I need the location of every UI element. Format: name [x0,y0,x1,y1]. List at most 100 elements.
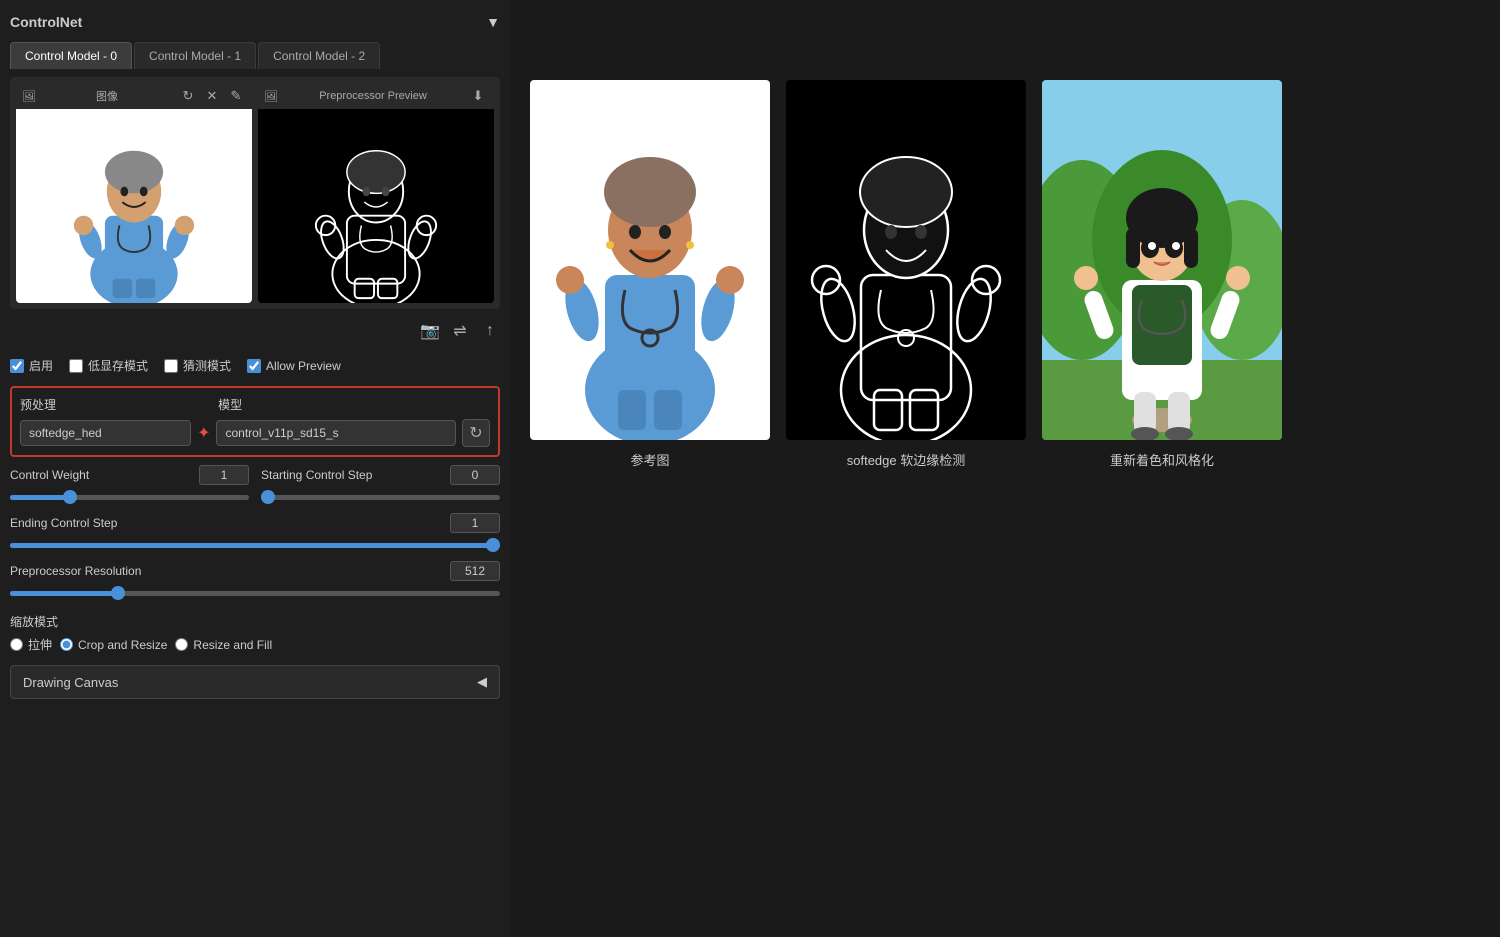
preprocessor-resolution-header: Preprocessor Resolution 512 [10,561,500,581]
gallery-edge-svg [786,80,1026,440]
control-weight-slider-container [10,489,249,505]
radio-crop-input[interactable] [60,638,73,651]
radio-fill-input[interactable] [175,638,188,651]
tabs-row: Control Model - 0 Control Model - 1 Cont… [10,42,500,69]
preproc-model-selects: softedge_hed softedge_hedsafe softedge_p… [20,419,490,447]
ending-step-track[interactable] [10,543,500,548]
tab-control-model-2[interactable]: Control Model - 2 [258,42,380,69]
tab-control-model-0[interactable]: Control Model - 0 [10,42,132,69]
starting-step-thumb[interactable] [261,490,275,504]
swap-icon[interactable]: ⇌ [450,321,470,341]
preproc-model-row: 预处理 模型 softedge_hed softedge_hedsafe sof… [10,386,500,457]
edge-svg [258,109,494,303]
low-vram-checkbox[interactable] [69,359,83,373]
preprocessor-preview-icon: 🖼 [264,90,278,103]
input-image-content[interactable] [16,109,252,303]
preprocessor-preview-icons: ⬇ [468,86,488,106]
gallery-image-1 [786,80,1026,440]
model-select-wrapper: control_v11p_sd15_s control_v11p_sd15_ca… [216,420,456,446]
checkboxes-row: 启用 低显存模式 猜测模式 Allow Preview [10,353,500,378]
preprocessor-resolution-track[interactable] [10,591,500,596]
gallery-nurse-svg [530,80,770,440]
input-image-icons: ↻ ✕ ✎ [178,86,246,106]
zoom-mode-radio-group: 拉伸 Crop and Resize Resize and Fill [10,636,500,653]
control-weight-value[interactable]: 1 [199,465,249,485]
ending-step-row: Ending Control Step 1 [10,513,500,553]
starting-step-label: Starting Control Step [261,468,372,482]
radio-stretch-label: 拉伸 [28,636,52,653]
starting-step-value[interactable]: 0 [450,465,500,485]
allow-preview-checkbox-item[interactable]: Allow Preview [247,359,341,373]
starting-step-row: Starting Control Step 0 [261,465,500,505]
preprocessor-resolution-label: Preprocessor Resolution [10,564,141,578]
low-vram-checkbox-item[interactable]: 低显存模式 [69,357,148,374]
drawing-canvas-row[interactable]: Drawing Canvas ◀ [10,665,500,699]
control-weight-row: Control Weight 1 [10,465,249,505]
input-image-label: 图像 [96,88,118,104]
input-image-box: 🖼 图像 ↻ ✕ ✎ [16,83,252,303]
radio-stretch-input[interactable] [10,638,23,651]
edit-input-icon[interactable]: ✎ [226,86,246,106]
panel-collapse-icon[interactable]: ▼ [486,14,500,30]
model-refresh-icon[interactable]: ↻ [462,419,490,447]
preprocessor-preview-box: 🖼 Preprocessor Preview ⬇ [258,83,494,303]
drawing-canvas-icon: ◀ [477,674,487,690]
panel-title: ControlNet [10,14,82,30]
allow-preview-label: Allow Preview [266,359,341,373]
model-label: 模型 [218,396,490,413]
preprocessor-select[interactable]: softedge_hed softedge_hedsafe softedge_p… [20,420,191,446]
camera-icon[interactable]: 📷 [420,321,440,341]
enable-checkbox-item[interactable]: 启用 [10,357,53,374]
control-weight-track[interactable] [10,495,249,500]
preprocessor-label: 预处理 [20,396,214,413]
guess-mode-label: 猜测模式 [183,357,231,374]
nurse-svg [16,109,252,303]
control-weight-label: Control Weight [10,468,89,482]
control-weight-fill [10,495,70,500]
ending-step-value[interactable]: 1 [450,513,500,533]
enable-checkbox[interactable] [10,359,24,373]
model-select[interactable]: control_v11p_sd15_s control_v11p_sd15_ca… [216,420,456,446]
drawing-canvas-label: Drawing Canvas [23,675,118,690]
zoom-mode-section: 缩放模式 拉伸 Crop and Resize Resize and Fill [10,609,500,657]
radio-crop[interactable]: Crop and Resize [60,638,167,652]
refresh-input-icon[interactable]: ↻ [178,86,198,106]
gallery-row: 参考图 [530,80,1282,469]
starting-step-track[interactable] [261,495,500,500]
preprocessor-resolution-row: Preprocessor Resolution 512 [10,561,500,601]
control-weight-thumb[interactable] [63,490,77,504]
allow-preview-checkbox[interactable] [247,359,261,373]
tab-control-model-1[interactable]: Control Model - 1 [134,42,256,69]
preprocessor-preview-label: Preprocessor Preview [319,90,427,102]
left-panel: ControlNet ▼ Control Model - 0 Control M… [0,0,510,937]
preprocessor-preview-content [258,109,494,303]
gallery-anime-svg [1042,80,1282,440]
right-panel: 参考图 [510,0,1500,937]
starting-step-header: Starting Control Step 0 [261,465,500,485]
upload-icon[interactable]: ↑ [480,321,500,341]
preproc-model-labels: 预处理 模型 [20,396,490,413]
preprocessor-resolution-thumb[interactable] [111,586,125,600]
control-weight-header: Control Weight 1 [10,465,249,485]
gallery-caption-2: 重新着色和风格化 [1110,450,1214,469]
gallery-caption-0: 参考图 [630,450,669,469]
star-icon[interactable]: ✦ [197,423,210,443]
two-sliders: Control Weight 1 Starting Control Step 0 [10,465,500,505]
guess-mode-checkbox[interactable] [164,359,178,373]
zoom-mode-label: 缩放模式 [10,613,500,630]
gallery-item-1: softedge 软边缘检测 [786,80,1026,469]
ending-step-thumb[interactable] [486,538,500,552]
low-vram-label: 低显存模式 [88,357,148,374]
download-preview-icon[interactable]: ⬇ [468,86,488,106]
guess-mode-checkbox-item[interactable]: 猜测模式 [164,357,231,374]
preprocessor-resolution-value[interactable]: 512 [450,561,500,581]
gallery-image-0 [530,80,770,440]
gallery-image-2 [1042,80,1282,440]
preprocessor-resolution-fill [10,591,118,596]
close-input-icon[interactable]: ✕ [202,86,222,106]
gallery-caption-1: softedge 软边缘检测 [847,450,966,469]
ending-step-slider-container [10,537,500,553]
preprocessor-select-wrapper: softedge_hed softedge_hedsafe softedge_p… [20,420,191,446]
radio-fill[interactable]: Resize and Fill [175,638,272,652]
radio-stretch[interactable]: 拉伸 [10,636,52,653]
